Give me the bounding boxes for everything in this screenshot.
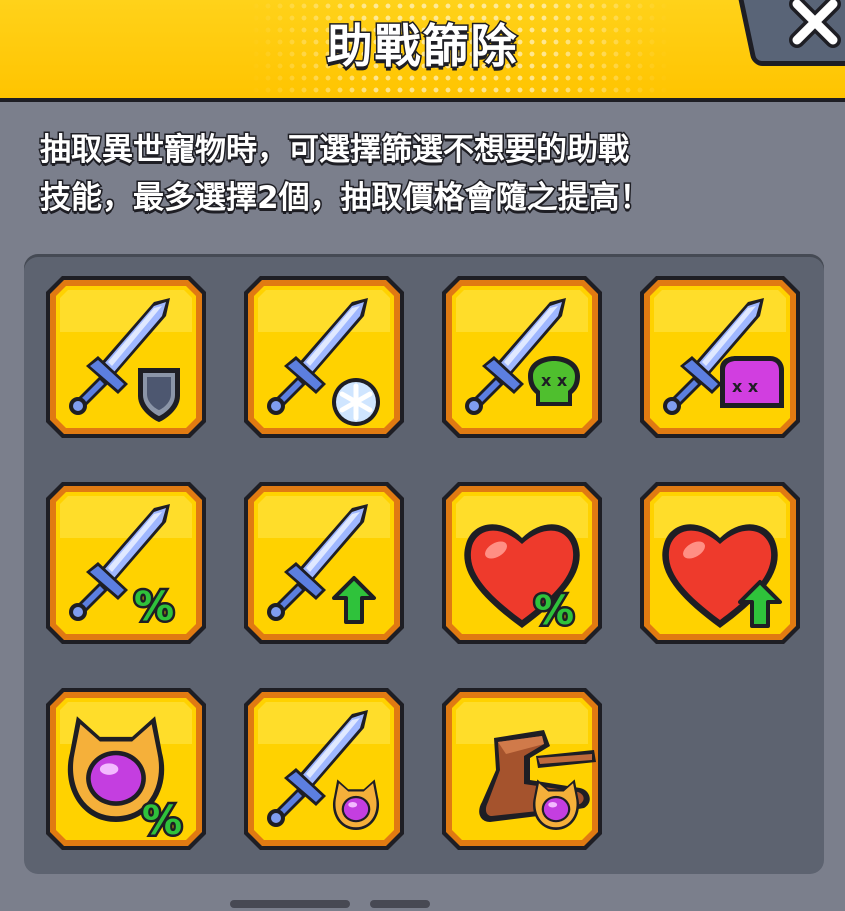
skill-tile[interactable]: % bbox=[42, 478, 210, 648]
description-line-1: 抽取異世寵物時，可選擇篩選不想要的助戰 bbox=[39, 131, 631, 170]
boot-pet-icon bbox=[479, 730, 596, 830]
sword-snowflake-icon bbox=[267, 298, 380, 426]
sword-shield-icon bbox=[69, 298, 180, 422]
close-icon[interactable] bbox=[785, 0, 845, 52]
svg-text:%: % bbox=[142, 798, 182, 844]
sword-poison-skull-icon: x x bbox=[465, 298, 580, 415]
pet-percent-icon: % bbox=[67, 716, 185, 847]
svg-text:x x: x x bbox=[732, 377, 759, 396]
header-bar: 助戰篩除 bbox=[0, 0, 845, 102]
svg-text:%: % bbox=[534, 588, 574, 634]
skill-tile[interactable]: x x bbox=[636, 272, 804, 442]
sword-pet-icon bbox=[267, 710, 380, 830]
skill-tile[interactable] bbox=[438, 684, 606, 854]
sword-curse-ghost-icon: x x bbox=[663, 298, 784, 415]
skill-tile[interactable] bbox=[240, 272, 408, 442]
skill-tile[interactable] bbox=[636, 478, 804, 648]
skill-tile[interactable]: % bbox=[42, 684, 210, 854]
description-line-2: 技能，最多選擇2個，抽取價格會隨之提高！ bbox=[39, 179, 653, 218]
skill-tile[interactable] bbox=[240, 478, 408, 648]
skill-tile[interactable] bbox=[42, 272, 210, 442]
description-text: 抽取異世寵物時，可選擇篩選不想要的助戰 技能，最多選擇2個，抽取價格會隨之提高！ bbox=[39, 126, 810, 222]
heart-up-arrow-icon bbox=[662, 524, 782, 628]
svg-text:%: % bbox=[134, 584, 174, 630]
skill-tile[interactable] bbox=[240, 684, 408, 854]
skill-tile[interactable]: % bbox=[438, 478, 606, 648]
bottom-text-hint-2 bbox=[370, 900, 430, 908]
sword-percent-icon: % bbox=[69, 504, 177, 633]
skill-tile[interactable]: x x bbox=[438, 272, 606, 442]
heart-percent-icon: % bbox=[464, 524, 580, 637]
page-title: 助戰篩除 bbox=[325, 18, 519, 75]
svg-text:x x: x x bbox=[541, 371, 568, 390]
sword-up-arrow-icon bbox=[267, 504, 376, 624]
bottom-text-hint bbox=[230, 900, 350, 908]
